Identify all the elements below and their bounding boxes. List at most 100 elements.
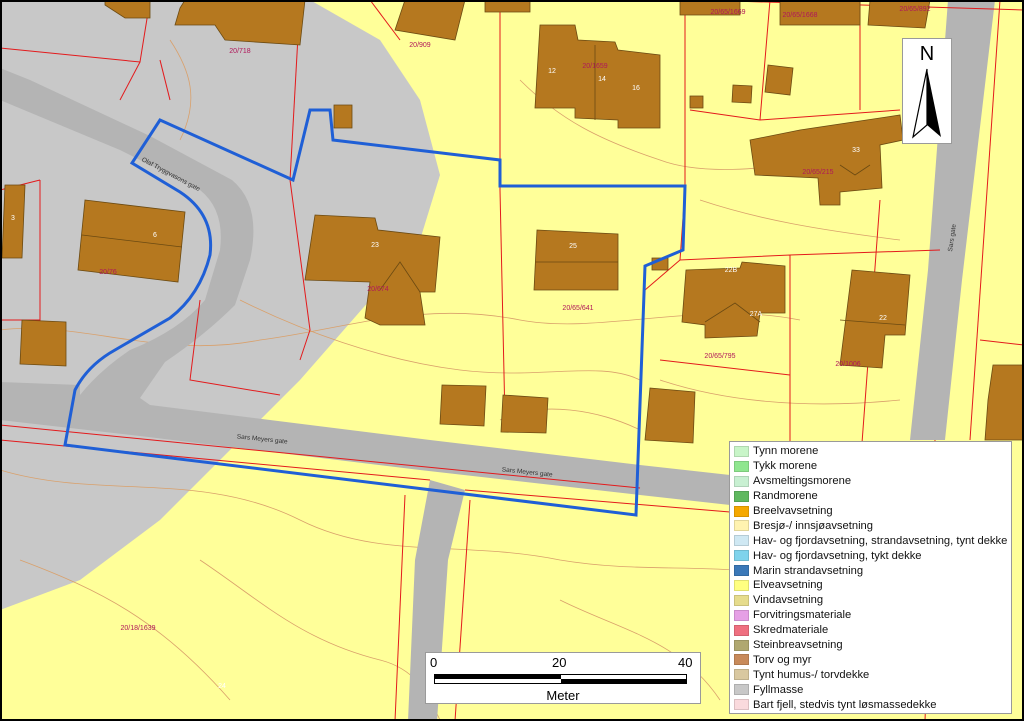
legend-label: Tynn morene (753, 445, 819, 458)
house-number-label: 3 (11, 215, 15, 222)
legend-swatch (734, 505, 749, 517)
legend-label: Elveavsetning (753, 579, 823, 592)
house-number-label: 23 (371, 242, 379, 249)
house-number-label: 6 (153, 232, 157, 239)
building (500, 394, 549, 434)
legend-item: Fyllmasse (734, 682, 1009, 697)
legend-label: Hav- og fjordavsetning, tykt dekke (753, 549, 922, 562)
legend-label: Bart fjell, stedvis tynt løsmassedekke (753, 698, 937, 711)
legend-label: Skredmateriale (753, 624, 829, 637)
legend-swatch (734, 565, 749, 577)
legend-swatch (734, 490, 749, 502)
building (689, 95, 704, 109)
parcel-label: 20/76 (99, 269, 117, 276)
north-letter: N (919, 43, 935, 65)
building (333, 104, 353, 129)
scale-tick-40: 40 (678, 655, 693, 670)
parcel-label: 20/718 (229, 48, 251, 55)
parcel-label: 20/65/795 (704, 353, 735, 360)
legend-swatch (734, 609, 749, 621)
parcel-label: 20/65/1668 (782, 12, 817, 19)
parcel-label: 20/1659 (582, 63, 607, 70)
building (484, 0, 531, 13)
building (19, 319, 67, 367)
legend-item: Randmorene (734, 489, 1009, 504)
legend-item: Bart fjell, stedvis tynt løsmassedekke (734, 697, 1009, 712)
parcel-label: 20/674 (367, 286, 389, 293)
legend-item: Bresjø-/ innsjøavsetning (734, 518, 1009, 533)
legend-label: Torv og myr (753, 653, 812, 666)
legend-label: Randmorene (753, 490, 818, 503)
house-number-label: 16 (632, 85, 640, 92)
legend-item: Vindavsetning (734, 593, 1009, 608)
legend-label: Tynt humus-/ torvdekke (753, 668, 870, 681)
building (644, 387, 696, 444)
house-number-label: 12 (548, 68, 556, 75)
parcel-label: 20/65/1669 (710, 9, 745, 16)
legend-swatch (734, 654, 749, 666)
legend-swatch (734, 624, 749, 636)
legend-swatch (734, 639, 749, 651)
legend-label: Fyllmasse (753, 683, 804, 696)
scale-bar-graphic (434, 674, 687, 684)
legend: Tynn morene Tykk morene Avsmeltingsmorene R… (729, 441, 1012, 714)
legend-item: Hav- og fjordavsetning, tykt dekke (734, 548, 1009, 563)
parcel-label: 20/909 (409, 42, 431, 49)
building (731, 84, 753, 104)
legend-label: Bresjø-/ innsjøavsetning (753, 519, 873, 532)
house-number-label: 22 (879, 315, 887, 322)
legend-item: Skredmateriale (734, 623, 1009, 638)
legend-item: Marin strandavsetning (734, 563, 1009, 578)
parcel-label: 20/1006 (835, 361, 860, 368)
legend-label: Steinbreavsetning (753, 639, 843, 652)
building (867, 0, 931, 29)
legend-swatch (734, 535, 749, 547)
legend-swatch (734, 475, 749, 487)
legend-swatch (734, 550, 749, 562)
legend-item: Tynn morene (734, 444, 1009, 459)
north-arrow-icon (912, 68, 941, 139)
legend-item: Torv og myr (734, 652, 1009, 667)
house-number-label: 22B (725, 267, 738, 274)
legend-label: Tykk morene (753, 460, 818, 473)
scale-tick-20: 20 (552, 655, 567, 670)
legend-swatch (734, 594, 749, 606)
legend-item: Elveavsetning (734, 578, 1009, 593)
building (764, 64, 794, 96)
parcel-label: 20/65/215 (802, 169, 833, 176)
house-number-label: 25 (569, 243, 577, 250)
legend-swatch (734, 445, 749, 457)
parcel-label: 20/18/1639 (120, 625, 155, 632)
legend-swatch (734, 460, 749, 472)
house-number-label: 24 (218, 683, 226, 690)
legend-label: Marin strandavsetning (753, 564, 864, 577)
scale-segment-dark (435, 675, 561, 679)
parcel-label: 20/65/641 (562, 305, 593, 312)
legend-item: Forvitringsmateriale (734, 608, 1009, 623)
legend-swatch (734, 579, 749, 591)
legend-item: Breelvavsetning (734, 504, 1009, 519)
legend-label: Forvitringsmateriale (753, 609, 852, 622)
legend-item: Steinbreavsetning (734, 638, 1009, 653)
house-number-label: 27A (750, 311, 763, 318)
house-number-label: 14 (598, 76, 606, 83)
legend-label: Avsmeltingsmorene (753, 475, 852, 488)
legend-swatch (734, 684, 749, 696)
scale-segment-dark-right (560, 679, 686, 683)
building (533, 229, 619, 291)
legend-label: Vindavsetning (753, 594, 824, 607)
scale-tick-0: 0 (430, 655, 438, 670)
legend-label: Hav- og fjordavsetning, strandavsetning,… (753, 534, 1008, 547)
legend-item: Tykk morene (734, 459, 1009, 474)
scale-unit: Meter (546, 688, 580, 703)
legend-swatch (734, 520, 749, 532)
legend-item: Avsmeltingsmorene (734, 474, 1009, 489)
house-number-label: 33 (852, 147, 860, 154)
building (439, 384, 487, 427)
legend-item: Hav- og fjordavsetning, strandavsetning,… (734, 533, 1009, 548)
legend-label: Breelvavsetning (753, 505, 833, 517)
legend-swatch (734, 699, 749, 711)
legend-item: Tynt humus-/ torvdekke (734, 667, 1009, 682)
legend-swatch (734, 669, 749, 681)
scale-bar: 0 20 40 Meter (425, 652, 701, 704)
